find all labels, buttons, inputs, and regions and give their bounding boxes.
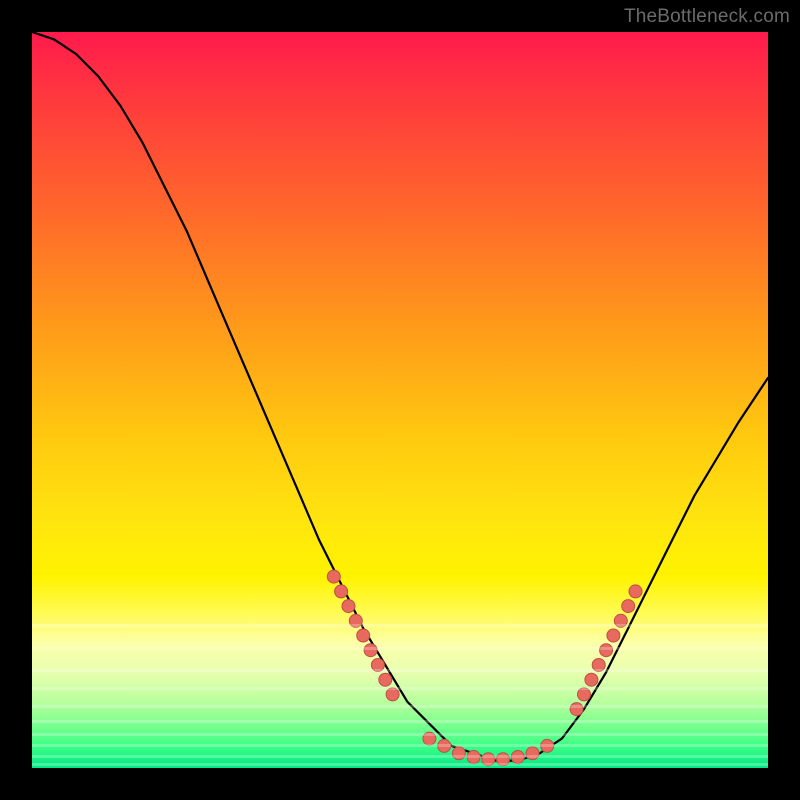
curve-marker: [622, 600, 635, 613]
curve-marker: [585, 673, 598, 686]
watermark-text: TheBottleneck.com: [624, 6, 790, 28]
gradient-stripe: [32, 720, 768, 723]
curve-marker: [629, 585, 642, 598]
gradient-stripe: [32, 763, 768, 766]
curve-marker: [452, 747, 465, 760]
curve-marker: [342, 600, 355, 613]
gradient-stripe: [32, 647, 768, 650]
curve-marker: [327, 570, 340, 583]
curve-marker: [335, 585, 348, 598]
gradient-stripe: [32, 624, 768, 627]
curve-layer: [32, 32, 768, 768]
plot-area: [32, 32, 768, 768]
bottleneck-curve: [32, 32, 768, 761]
curve-marker: [607, 629, 620, 642]
gradient-stripe: [32, 687, 768, 690]
gradient-stripe: [32, 669, 768, 672]
gradient-stripe: [32, 744, 768, 747]
curve-marker: [379, 673, 392, 686]
chart-frame: TheBottleneck.com: [0, 0, 800, 800]
curve-marker: [526, 747, 539, 760]
gradient-stripe: [32, 755, 768, 758]
curve-marker: [357, 629, 370, 642]
gradient-stripe: [32, 705, 768, 708]
gradient-stripe: [32, 733, 768, 736]
